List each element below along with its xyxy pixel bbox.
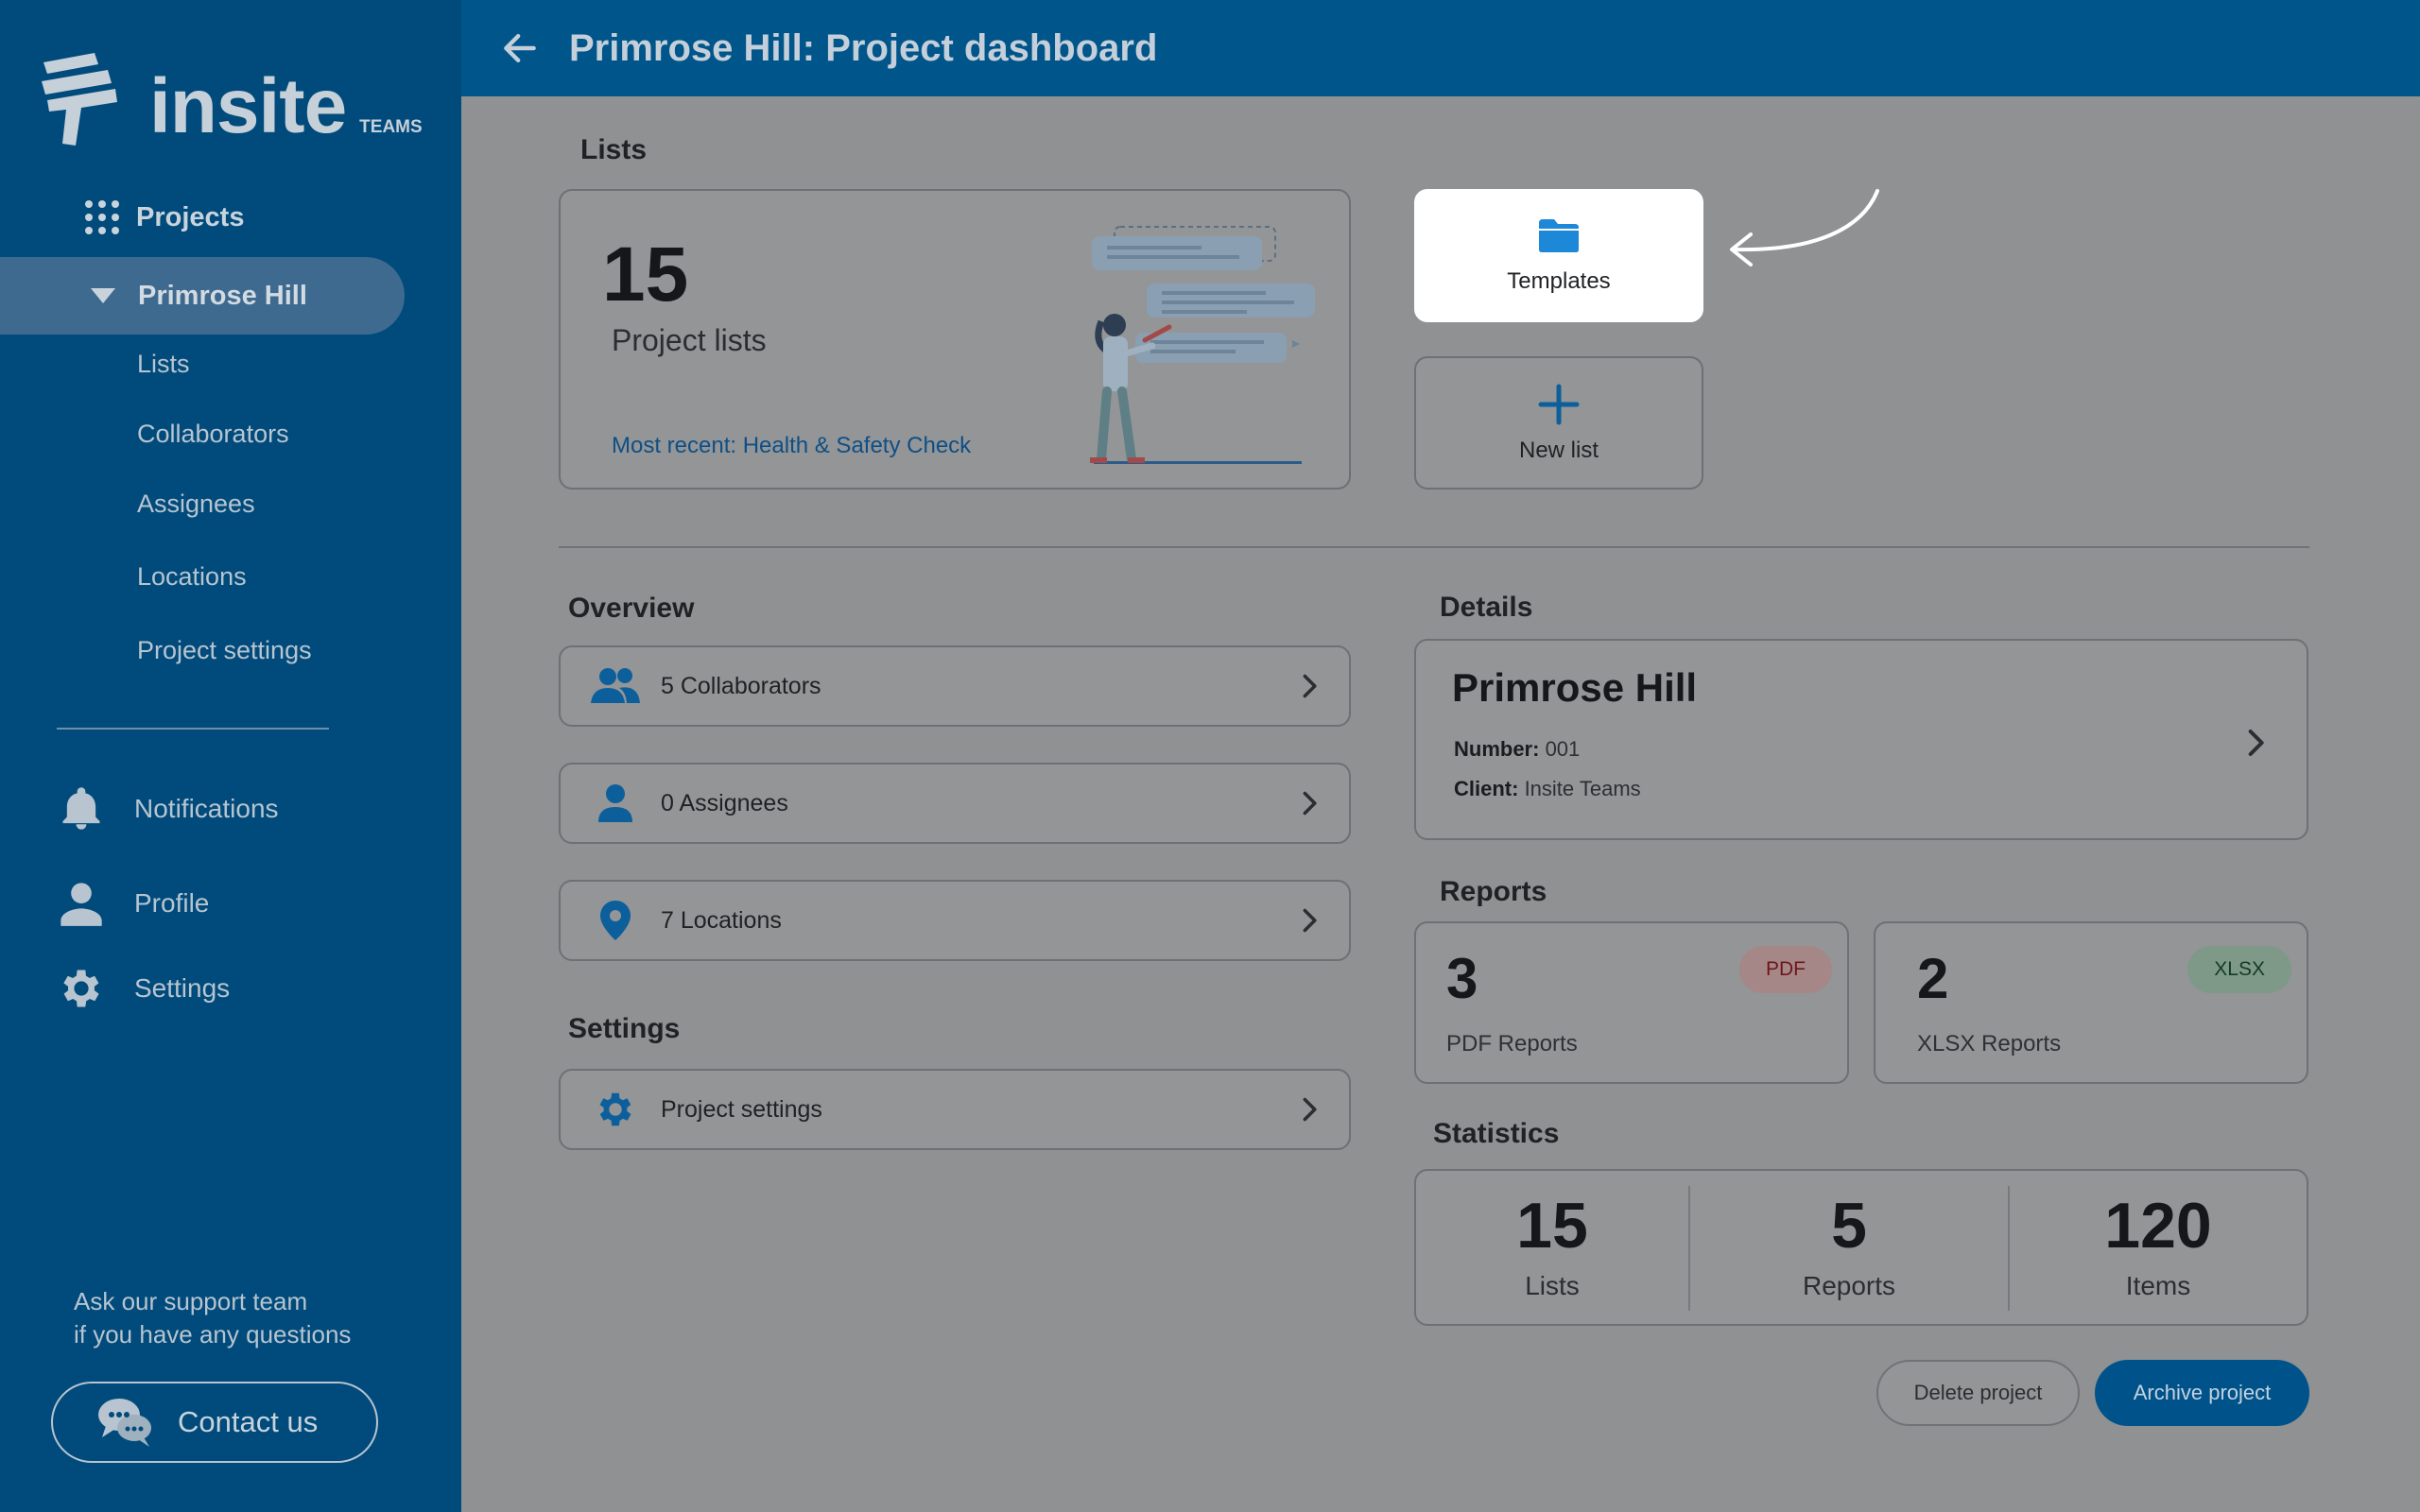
pdf-badge: PDF [1739, 946, 1832, 993]
new-list-label: New list [1518, 437, 1599, 463]
templates-button[interactable]: Templates [1414, 189, 1703, 322]
collaborators-row[interactable]: 5 Collaborators [559, 645, 1351, 727]
xlsx-reports-label: XLSX Reports [1917, 1031, 2062, 1057]
caret-down-icon [91, 288, 115, 303]
templates-label: Templates [1507, 267, 1611, 294]
people-icon [589, 663, 642, 709]
statistics-card: 15 Lists 5 Reports 120 Items [1414, 1169, 2308, 1326]
section-title-settings: Settings [568, 1013, 681, 1044]
new-list-button[interactable]: New list [1414, 356, 1703, 490]
locations-row[interactable]: 7 Locations [559, 880, 1351, 961]
plus-icon [1538, 384, 1580, 424]
stat-reports-label: Reports [1802, 1271, 1896, 1300]
stat-items-label: Items [2125, 1271, 2191, 1300]
stat-lists: 15 Lists [1416, 1171, 1688, 1324]
support-line-2: if you have any questions [74, 1320, 352, 1349]
pdf-reports-card[interactable]: 3 PDF Reports PDF [1414, 921, 1849, 1084]
sidebar-subitem-lists[interactable]: Lists [137, 350, 190, 379]
sidebar-item-label: Settings [134, 973, 231, 1003]
assignees-row[interactable]: 0 Assignees [559, 763, 1351, 844]
lists-count: 15 [602, 232, 689, 318]
sidebar-item-projects[interactable]: Projects [85, 200, 244, 234]
sidebar: insite TEAMS Projects Primrose Hill List… [0, 0, 461, 1512]
sidebar-divider [57, 728, 329, 730]
chevron-right-icon [1303, 1097, 1317, 1122]
sidebar-item-settings[interactable]: Settings [57, 964, 230, 1013]
xlsx-reports-count: 2 [1917, 947, 1949, 1010]
chevron-right-icon [1303, 791, 1317, 816]
project-name: Primrose Hill [1452, 665, 1698, 710]
stat-reports: 5 Reports [1690, 1171, 2008, 1324]
brand-logo[interactable]: insite TEAMS [38, 53, 423, 146]
sidebar-subitem-project-settings[interactable]: Project settings [137, 636, 312, 665]
folder-icon [1539, 218, 1579, 252]
presentation-illustration [1090, 226, 1315, 464]
support-text: Ask our support team if you have any que… [74, 1285, 351, 1351]
sidebar-item-notifications[interactable]: Notifications [57, 784, 279, 833]
project-details-card[interactable]: Primrose Hill Number: 001 Client: Insite… [1414, 639, 2308, 840]
sidebar-subitem-collaborators[interactable]: Collaborators [137, 420, 289, 449]
project-lists-card[interactable]: 15 Project lists Most recent: Health & S… [559, 189, 1351, 490]
sidebar-subitem-assignees[interactable]: Assignees [137, 490, 255, 519]
chat-bubbles-icon [98, 1399, 151, 1447]
annotation-arrow-icon [1730, 189, 1879, 266]
xlsx-reports-card[interactable]: 2 XLSX Reports XLSX [1874, 921, 2308, 1084]
insite-logo-icon [42, 53, 117, 146]
page-title: Primrose Hill: Project dashboard [569, 26, 1158, 69]
lists-label: Project lists [612, 323, 767, 357]
section-title-lists: Lists [580, 134, 648, 165]
brand-sub: TEAMS [359, 117, 423, 137]
chevron-right-icon [1303, 674, 1317, 698]
collaborators-count: 5 Collaborators [661, 672, 821, 699]
gear-icon [589, 1087, 642, 1132]
section-title-reports: Reports [1440, 876, 1547, 907]
locations-count: 7 Locations [661, 906, 782, 934]
most-recent-link[interactable]: Most recent: Health & Safety Check [612, 433, 971, 459]
project-settings-row[interactable]: Project settings [559, 1069, 1351, 1150]
project-number: Number: 001 [1454, 737, 1581, 761]
assignees-count: 0 Assignees [661, 789, 788, 816]
section-divider [559, 546, 2309, 548]
section-title-statistics: Statistics [1433, 1118, 1560, 1149]
project-client: Client: Insite Teams [1454, 777, 1641, 800]
person-icon [589, 781, 642, 826]
pdf-reports-count: 3 [1446, 947, 1478, 1010]
chevron-right-icon [1303, 908, 1317, 933]
project-settings-label: Project settings [661, 1095, 822, 1123]
sidebar-item-label: Primrose Hill [138, 280, 307, 311]
back-arrow-icon[interactable] [499, 27, 541, 69]
archive-project-button[interactable]: Archive project [2095, 1360, 2309, 1426]
sidebar-subitem-locations[interactable]: Locations [137, 562, 247, 592]
grid-icon [85, 200, 119, 234]
gear-icon [63, 970, 99, 1007]
stat-items-value: 120 [2104, 1190, 2212, 1262]
pdf-reports-label: PDF Reports [1446, 1031, 1578, 1057]
brand-name: insite [149, 63, 347, 149]
stat-items: 120 Items [2010, 1171, 2307, 1324]
bell-icon [62, 787, 100, 830]
delete-project-button[interactable]: Delete project [1876, 1360, 2080, 1426]
support-line-1: Ask our support team [74, 1287, 308, 1315]
stat-reports-value: 5 [1831, 1190, 1867, 1262]
stat-lists-label: Lists [1525, 1271, 1580, 1300]
contact-us-label: Contact us [178, 1405, 319, 1438]
sidebar-item-label: Notifications [134, 794, 279, 823]
map-pin-icon [589, 898, 642, 943]
sidebar-item-profile[interactable]: Profile [57, 879, 209, 928]
top-bar: Primrose Hill: Project dashboard [461, 0, 2420, 96]
sidebar-item-label: Projects [136, 201, 245, 232]
contact-us-button[interactable]: Contact us [51, 1382, 378, 1463]
person-icon [60, 883, 102, 926]
sidebar-item-primrose-hill[interactable]: Primrose Hill [0, 257, 405, 335]
xlsx-badge: XLSX [2187, 946, 2291, 993]
sidebar-item-label: Profile [134, 888, 210, 918]
stat-lists-value: 15 [1516, 1190, 1588, 1262]
section-title-details: Details [1440, 592, 1533, 623]
chevron-right-icon [2248, 730, 2264, 756]
section-title-overview: Overview [568, 593, 695, 624]
